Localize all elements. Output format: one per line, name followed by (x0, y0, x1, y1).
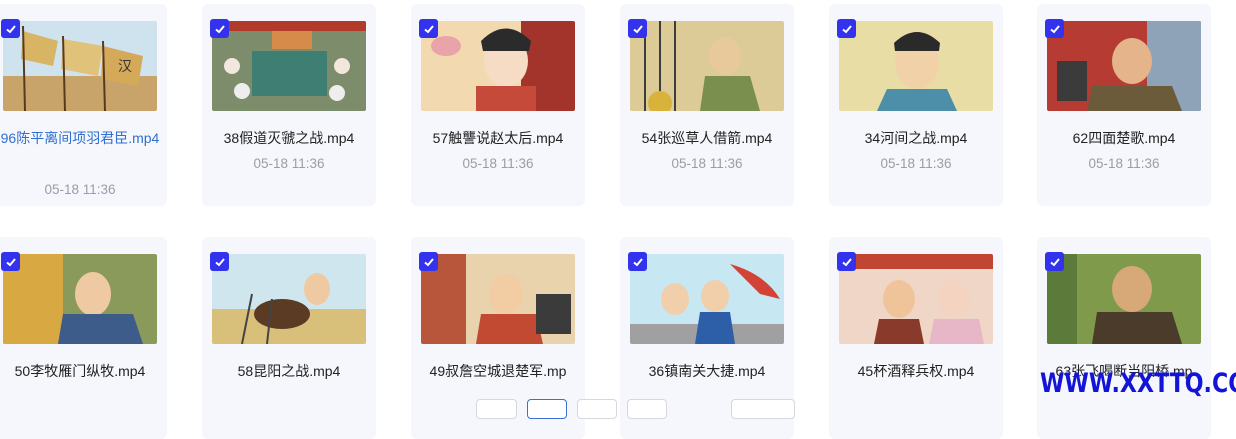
checkmark-icon (1049, 24, 1060, 33)
video-card[interactable]: 62四面楚歌.mp4 05-18 11:36 (1037, 4, 1211, 206)
thumbnail-image (839, 254, 993, 344)
checkmark-icon (841, 24, 852, 33)
thumbnail-image (212, 21, 366, 111)
video-thumbnail[interactable] (1047, 254, 1201, 344)
video-title[interactable]: 57触讋说赵太后.mp4 (411, 128, 585, 149)
checkmark-icon (423, 257, 434, 266)
thumbnail-image (1047, 21, 1201, 111)
checkmark-icon (5, 257, 16, 266)
video-title[interactable]: 62四面楚歌.mp4 (1037, 128, 1211, 149)
select-checkbox[interactable] (837, 252, 856, 271)
select-checkbox[interactable] (419, 19, 438, 38)
page-button-current[interactable] (527, 399, 567, 419)
video-thumbnail[interactable] (3, 254, 157, 344)
site-watermark: WWW.XXTTQ.COM (1040, 368, 1236, 399)
page-size-select[interactable] (731, 399, 795, 419)
thumbnail-image (1047, 254, 1201, 344)
thumbnail-image (421, 254, 575, 344)
thumbnail-image: 汉 (3, 21, 157, 111)
select-checkbox[interactable] (419, 252, 438, 271)
video-card[interactable]: 54张巡草人借箭.mp4 05-18 11:36 (620, 4, 794, 206)
video-card[interactable]: 38假道灭虢之战.mp4 05-18 11:36 (202, 4, 376, 206)
video-thumbnail[interactable] (630, 254, 784, 344)
thumbnail-image (630, 254, 784, 344)
video-title[interactable]: 36镇南关大捷.mp4 (620, 361, 794, 382)
video-title[interactable]: 34河间之战.mp4 (829, 128, 1003, 149)
checkmark-icon (632, 24, 643, 33)
checkmark-icon (423, 24, 434, 33)
svg-text:汉: 汉 (118, 58, 132, 74)
video-date: 05-18 11:36 (44, 182, 116, 197)
video-thumbnail[interactable] (212, 21, 366, 111)
video-card[interactable]: 57触讋说赵太后.mp4 05-18 11:36 (411, 4, 585, 206)
select-checkbox[interactable] (1045, 252, 1064, 271)
video-card[interactable]: 34河间之战.mp4 05-18 11:36 (829, 4, 1003, 206)
thumbnail-image (630, 21, 784, 111)
thumbnail-image (212, 254, 366, 344)
checkmark-icon (5, 24, 16, 33)
video-title[interactable]: 96陈平离间项羽君臣.mp4 (0, 128, 167, 149)
page-button[interactable] (577, 399, 617, 419)
video-thumbnail[interactable] (421, 21, 575, 111)
video-card[interactable]: 汉 96陈平离间项羽君臣.mp4 05-18 11:36 (0, 4, 167, 206)
thumbnail-image (3, 254, 157, 344)
page-button[interactable] (627, 399, 667, 419)
select-checkbox[interactable] (1, 252, 20, 271)
thumbnail-image (839, 21, 993, 111)
video-date: 05-18 11:36 (880, 156, 952, 171)
video-date: 05-18 11:36 (1088, 156, 1160, 171)
video-title[interactable]: 49叔詹空城退楚军.mp (411, 361, 585, 382)
select-checkbox[interactable] (628, 19, 647, 38)
video-title[interactable]: 45杯酒释兵权.mp4 (829, 361, 1003, 382)
select-checkbox[interactable] (837, 19, 856, 38)
thumbnail-image (421, 21, 575, 111)
video-date: 05-18 11:36 (253, 156, 325, 171)
checkmark-icon (841, 257, 852, 266)
pagination (0, 399, 1236, 419)
video-grid: 汉 96陈平离间项羽君臣.mp4 05-18 11:36 38假道灭虢之战.mp… (0, 0, 1236, 439)
video-thumbnail[interactable] (421, 254, 575, 344)
video-thumbnail[interactable] (839, 21, 993, 111)
select-checkbox[interactable] (210, 252, 229, 271)
video-thumbnail[interactable] (630, 21, 784, 111)
video-title[interactable]: 38假道灭虢之战.mp4 (202, 128, 376, 149)
video-title[interactable]: 58昆阳之战.mp4 (202, 361, 376, 382)
video-thumbnail[interactable] (839, 254, 993, 344)
select-checkbox[interactable] (628, 252, 647, 271)
video-thumbnail[interactable]: 汉 (3, 21, 157, 111)
checkmark-icon (214, 24, 225, 33)
checkmark-icon (1049, 257, 1060, 266)
video-title[interactable]: 50李牧雁门纵牧.mp4 (0, 361, 167, 382)
video-date: 05-18 11:36 (462, 156, 534, 171)
checkmark-icon (632, 257, 643, 266)
video-date: 05-18 11:36 (671, 156, 743, 171)
checkmark-icon (214, 257, 225, 266)
select-checkbox[interactable] (1045, 19, 1064, 38)
video-thumbnail[interactable] (212, 254, 366, 344)
select-checkbox[interactable] (1, 19, 20, 38)
prev-page-button[interactable] (476, 399, 517, 419)
video-title[interactable]: 54张巡草人借箭.mp4 (620, 128, 794, 149)
video-thumbnail[interactable] (1047, 21, 1201, 111)
select-checkbox[interactable] (210, 19, 229, 38)
